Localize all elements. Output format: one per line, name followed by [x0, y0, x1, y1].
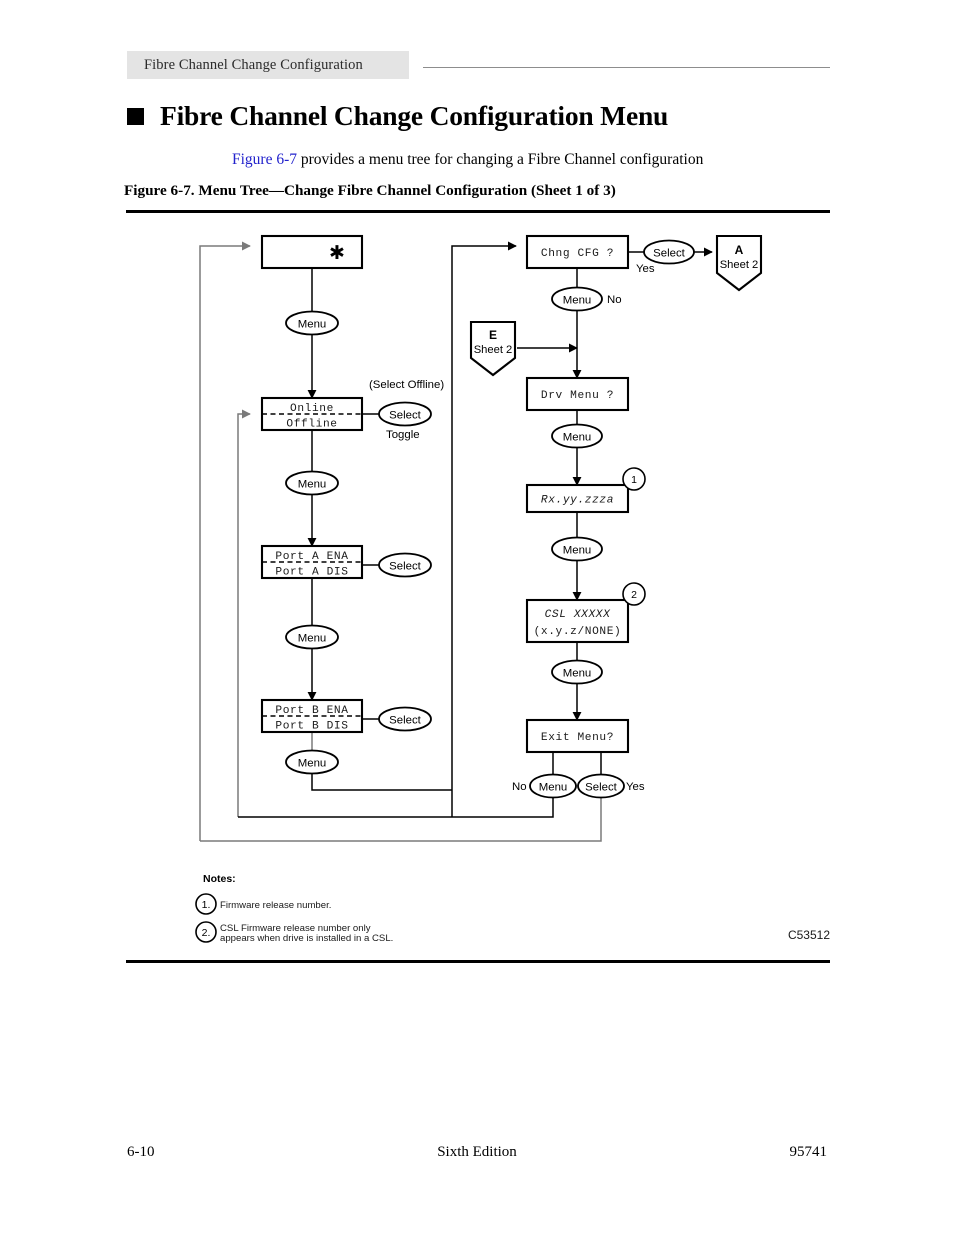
key-menu-csl[interactable]: Menu [551, 659, 603, 685]
note-item-1-text: Firmware release number. [220, 900, 331, 911]
node-port-b[interactable]: Port B ENA Port B DIS [260, 698, 364, 734]
node-port-a[interactable]: Port A ENA Port A DIS [260, 544, 364, 580]
node-offline-label: Offline [286, 419, 337, 431]
note-marker-1-text: 1 [631, 474, 637, 486]
note-item-2-number: 2. [202, 927, 211, 939]
note-item-2-text-line2: appears when drive is installed in a CSL… [220, 933, 393, 944]
node-csl[interactable]: CSL XXXXX (x.y.z/NONE) [525, 598, 630, 644]
key-menu-drv[interactable]: Menu [551, 423, 603, 449]
key-select-port-a[interactable]: Select [378, 552, 432, 578]
figure-caption: Figure 6-7. Menu Tree—Change Fibre Chann… [124, 182, 616, 199]
key-select-online[interactable]: Select [378, 401, 432, 427]
intro-paragraph-text: provides a menu tree for changing a Fibr… [297, 151, 704, 168]
note-marker-1: 1 [622, 467, 646, 491]
footer-document-number: 95741 [789, 1144, 828, 1160]
node-start[interactable]: ✱ [260, 234, 364, 270]
footer-edition: Sixth Edition [437, 1144, 517, 1160]
footer-page-number: 6-10 [127, 1144, 155, 1160]
line-return-outer-to-start [199, 241, 251, 841]
key-menu-rx-label: Menu [563, 545, 592, 557]
key-menu-2-label: Menu [298, 479, 327, 491]
node-csl-label: CSL XXXXX [545, 609, 612, 621]
key-menu-csl-label: Menu [563, 668, 592, 680]
note-item-2: 2. CSL Firmware release number only appe… [195, 921, 393, 944]
node-port-a-ena-label: Port A ENA [275, 551, 348, 563]
figure-cross-reference-link[interactable]: Figure 6-7 [232, 151, 297, 168]
annotation-yes-chng-cfg: Yes [636, 263, 655, 275]
node-drv-menu[interactable]: Drv Menu ? [525, 376, 630, 412]
note-marker-2: 2 [622, 582, 646, 606]
annotation-yes-exit-menu: Yes [626, 781, 645, 793]
annotation-no-chng-cfg: No [607, 294, 622, 306]
key-menu-4-label: Menu [298, 758, 327, 770]
key-select-port-a-label: Select [389, 561, 421, 573]
key-menu-rx[interactable]: Menu [551, 536, 603, 562]
connector-a-letter: A [735, 243, 744, 257]
node-port-b-ena-label: Port B ENA [275, 705, 348, 717]
connector-e-sheet: Sheet 2 [474, 344, 513, 356]
key-select-chng-cfg[interactable]: Select [643, 239, 695, 265]
node-start-box [260, 234, 364, 270]
node-csl-version-label: (x.y.z/NONE) [534, 626, 622, 638]
annotation-no-exit-menu: No [512, 781, 527, 793]
key-menu-chng-cfg[interactable]: Menu [551, 286, 603, 312]
line-menu4-return [311, 772, 452, 791]
key-menu-4[interactable]: Menu [285, 749, 339, 775]
line-return-inner-to-online [237, 409, 251, 817]
note-item-1: 1. Firmware release number. [195, 893, 331, 915]
figure-artwork: ✱ Menu Online Offline Select (Select Off… [0, 210, 954, 960]
running-header: Fibre Channel Change Configuration [127, 51, 830, 79]
key-menu-1[interactable]: Menu [285, 310, 339, 336]
key-select-exit-label: Select [585, 782, 617, 794]
page-footer: 6-10 Sixth Edition 95741 [127, 1144, 827, 1161]
node-exit-menu-label: Exit Menu? [541, 732, 614, 744]
running-head-text: Fibre Channel Change Configuration [144, 56, 363, 73]
key-select-exit[interactable]: Select [577, 773, 625, 799]
page-title: Fibre Channel Change Configuration Menu [127, 100, 887, 132]
figure-rule-bottom [126, 960, 830, 963]
node-chng-cfg[interactable]: Chng CFG ? [525, 234, 630, 270]
header-rule [423, 67, 830, 68]
key-menu-2[interactable]: Menu [285, 470, 339, 496]
figure-id-label: C53512 [788, 928, 830, 942]
section-bullet-icon [127, 107, 144, 125]
running-head-tab: Fibre Channel Change Configuration [127, 51, 409, 79]
connector-e-sheet-2[interactable]: E Sheet 2 [469, 320, 517, 377]
connector-a-sheet-2[interactable]: A Sheet 2 [715, 234, 763, 292]
key-menu-3[interactable]: Menu [285, 624, 339, 650]
key-select-online-label: Select [389, 410, 421, 422]
intro-paragraph: Figure 6-7 provides a menu tree for chan… [232, 150, 852, 170]
node-port-b-dis-label: Port B DIS [275, 721, 348, 733]
line-exitmenu-yes-return [200, 797, 602, 842]
page-title-text: Fibre Channel Change Configuration Menu [160, 100, 669, 131]
notes-heading: Notes: [203, 873, 236, 885]
node-rx-revision[interactable]: Rx.yy.zzza [525, 483, 630, 514]
node-exit-menu[interactable]: Exit Menu? [525, 718, 630, 754]
node-chng-cfg-label: Chng CFG ? [541, 248, 614, 260]
note-marker-2-text: 2 [631, 589, 637, 601]
node-port-a-dis-label: Port A DIS [275, 567, 348, 579]
key-select-port-b-label: Select [389, 715, 421, 727]
node-start-asterisk: ✱ [329, 243, 345, 264]
key-select-chng-cfg-label: Select [653, 248, 685, 260]
key-menu-exit[interactable]: Menu [529, 773, 577, 799]
key-menu-exit-label: Menu [539, 782, 568, 794]
key-menu-chng-cfg-label: Menu [563, 295, 592, 307]
note-item-1-number: 1. [202, 899, 211, 911]
key-menu-3-label: Menu [298, 633, 327, 645]
annotation-select-offline: (Select Offline) [369, 379, 444, 391]
key-select-port-b[interactable]: Select [378, 706, 432, 732]
node-online-offline[interactable]: Online Offline [260, 396, 364, 432]
node-drv-menu-label: Drv Menu ? [541, 390, 614, 402]
node-online-label: Online [290, 403, 334, 415]
node-rx-revision-label: Rx.yy.zzza [541, 495, 614, 507]
annotation-toggle: Toggle [386, 429, 420, 441]
key-menu-drv-label: Menu [563, 432, 592, 444]
connector-a-sheet: Sheet 2 [720, 259, 759, 271]
key-menu-1-label: Menu [298, 319, 327, 331]
connector-e-letter: E [489, 328, 497, 342]
line-exitmenu-no-return [238, 797, 554, 818]
